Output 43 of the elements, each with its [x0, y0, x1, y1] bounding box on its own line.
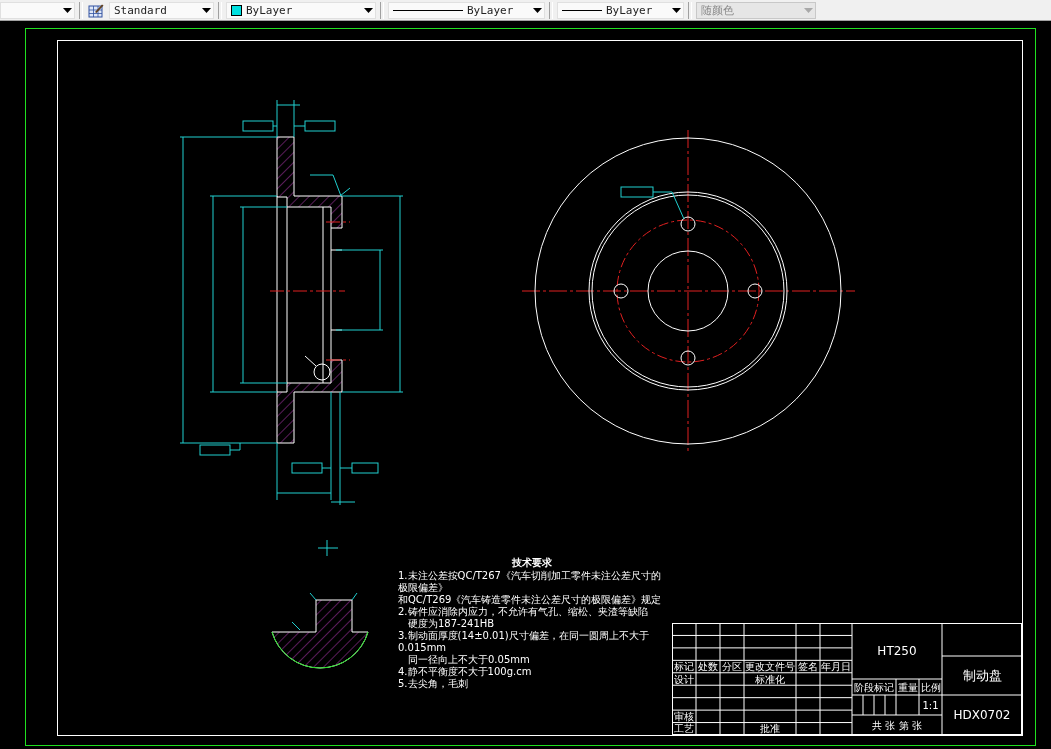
stage-label: 比例: [920, 681, 941, 693]
revision-header-label: 更改文件号: [745, 661, 795, 673]
note-line: 2.铸件应消除内应力，不允许有气孔、缩松、夹渣等缺陷: [398, 606, 649, 618]
revision-header-label: 处数: [698, 661, 718, 673]
textstyle-dropdown[interactable]: Standard: [109, 1, 214, 19]
note-line: 4.静不平衡度不大于100g.cm: [398, 666, 533, 678]
process-label: 工艺: [674, 723, 694, 735]
standardization-label: 标准化: [755, 673, 785, 685]
color-dropdown[interactable]: ByLayer: [226, 1, 376, 19]
note-line: 1.未注公差按QC/T267《汽车切削加工零件未注公差尺寸的极限偏差》: [398, 570, 662, 594]
caret-icon: [672, 7, 681, 13]
linetype-dropdown[interactable]: ByLayer: [388, 1, 545, 19]
caret-icon: [533, 7, 542, 13]
designer-label: 设计: [674, 673, 694, 685]
caret-icon: [63, 7, 72, 13]
revision-header-label: 标记: [674, 661, 694, 673]
stage-label: 重量: [897, 681, 918, 693]
swatch-icon: [231, 4, 242, 16]
approval-label: 批准: [760, 723, 780, 735]
note-line: 和QC/T269《汽车铸造零件未注公差尺寸的极限偏差》规定: [398, 594, 663, 606]
caret-icon: [364, 7, 373, 13]
text-style-icon: [88, 2, 104, 18]
lineweight-dropdown[interactable]: ByLayer: [557, 1, 684, 19]
part-name: 制动盘: [962, 667, 1002, 683]
sheet-count-label: 共 张 第 张: [872, 719, 922, 731]
note-line: 同一径向上不大于0.05mm: [407, 654, 531, 666]
review-label: 审核: [674, 710, 694, 722]
caret-icon: [202, 7, 211, 13]
material-label: HT250: [877, 644, 917, 658]
drawing-number: HDX0702: [953, 708, 1011, 722]
caret-icon: [804, 7, 813, 13]
scale-value: 1:1: [922, 699, 939, 711]
revision-header-label: 年月日: [821, 661, 851, 673]
revision-header-label: 分区: [722, 661, 742, 673]
line-sample-icon: [393, 8, 463, 12]
notes-title: 技术要求: [512, 557, 552, 569]
note-line: 5.去尖角，毛刺: [398, 678, 469, 690]
line-sample-icon: [562, 8, 602, 12]
note-line: 3.制动面厚度(14±0.01)尺寸偏差，在同一圆周上不大于0.015mm: [398, 630, 650, 654]
revision-header-label: 签名: [798, 661, 818, 673]
stage-label: 阶段标记: [854, 681, 894, 693]
section-symbol-drawing: [317, 539, 339, 557]
note-line: 硬度为187-241HB: [407, 618, 496, 630]
